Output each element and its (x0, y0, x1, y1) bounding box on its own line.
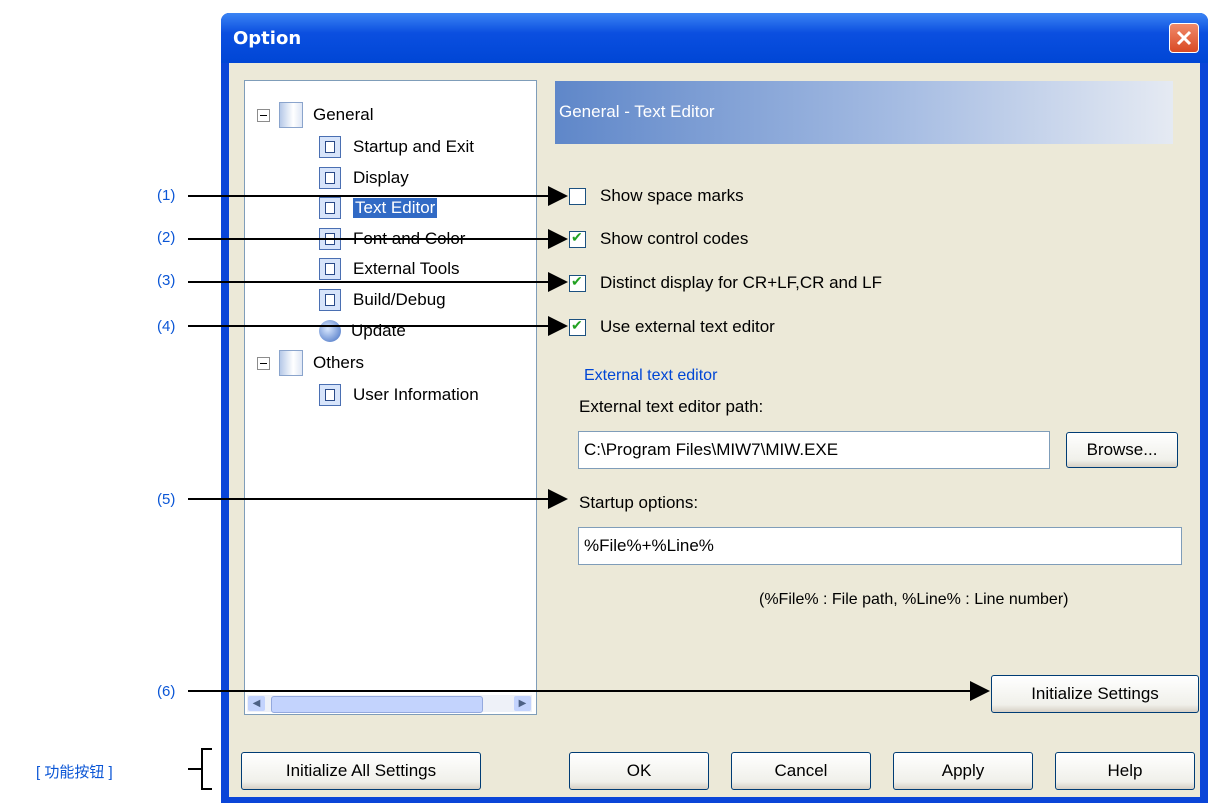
bracket-function-buttons (188, 748, 212, 790)
callout-arrows (188, 186, 990, 790)
